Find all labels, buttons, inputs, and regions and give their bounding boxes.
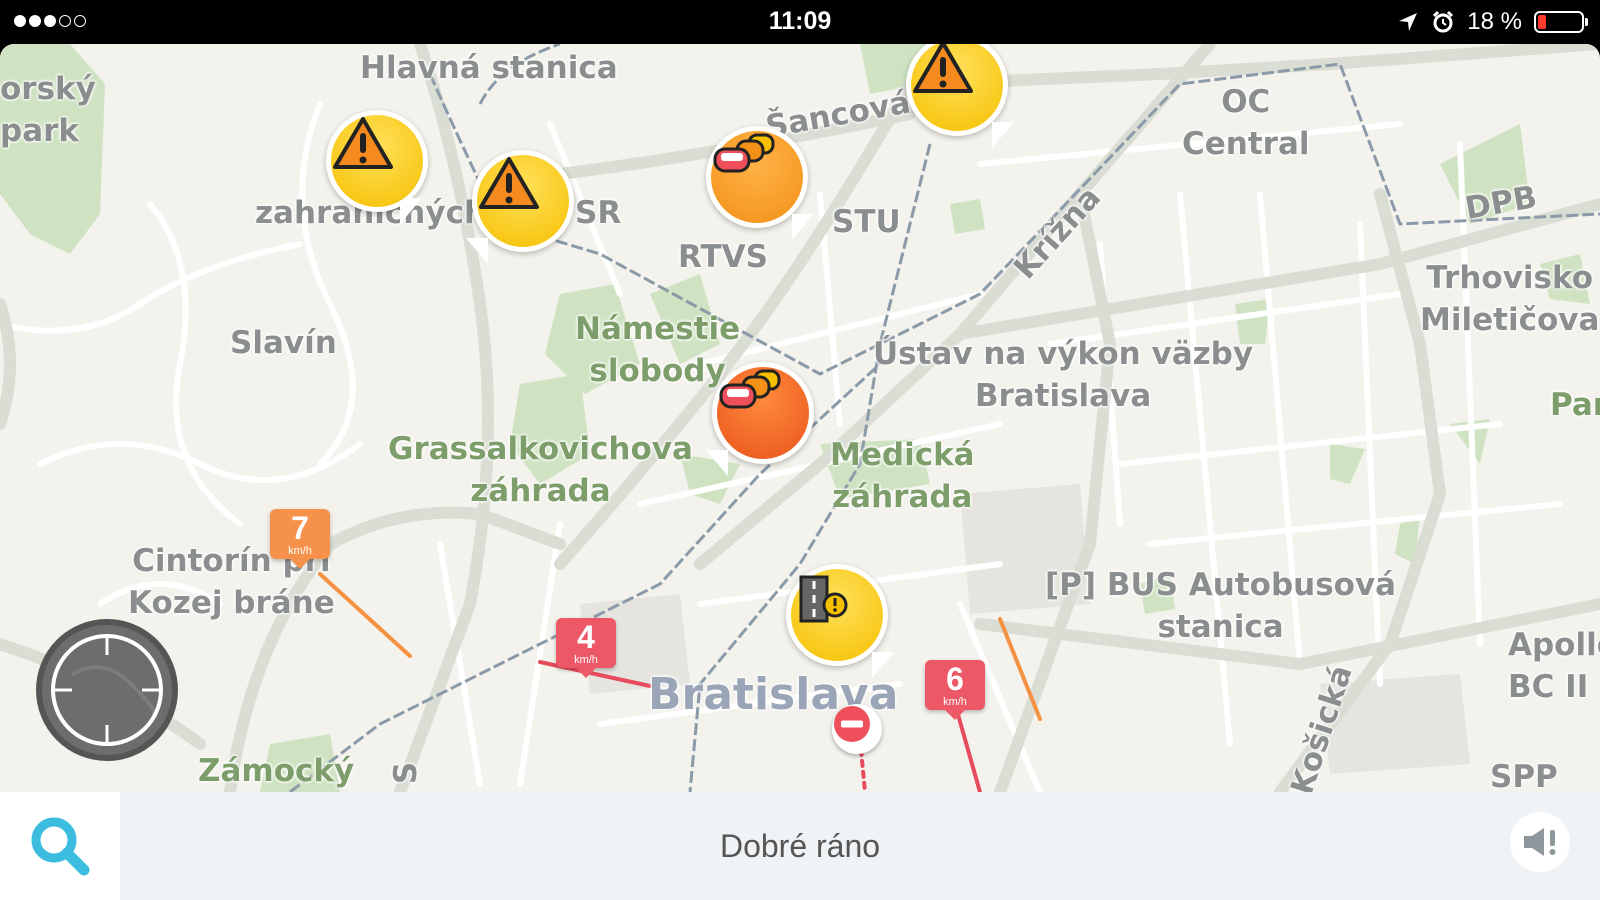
recenter-button[interactable]: [36, 619, 178, 761]
speed-unit: km/h: [574, 654, 598, 666]
speed-badge[interactable]: 7 km/h: [270, 509, 330, 569]
place-sportovy-park: orský park: [0, 71, 96, 149]
place-s-road: S: [388, 761, 425, 785]
traffic-jam-icon: [719, 369, 781, 409]
alarm-icon: [1433, 10, 1454, 33]
speed-badge[interactable]: 4 km/h: [556, 618, 616, 678]
place-par: Par: [1550, 387, 1600, 423]
speed-unit: km/h: [943, 696, 967, 708]
speed-unit: km/h: [288, 545, 312, 557]
greeting-text[interactable]: Dobré ráno: [120, 792, 1480, 900]
hazard-marker[interactable]: [326, 110, 428, 224]
place-bus-stanica: [P] BUS Autobusová stanica: [1045, 567, 1397, 645]
place-ustav: Ústav na výkon väzby Bratislava: [873, 336, 1254, 414]
status-bar: 11:09 18 %: [0, 0, 1600, 44]
map-view[interactable]: Hlavná stanica orský park Šancová OC Cen…: [0, 44, 1600, 792]
search-button[interactable]: [0, 792, 120, 900]
warning-icon: [913, 44, 973, 93]
speed-value: 7: [291, 510, 309, 546]
place-apollo: Apollo BC II: [1508, 627, 1600, 705]
no-entry-icon: [834, 706, 870, 742]
report-speaker-icon: [1524, 828, 1556, 856]
search-icon: [31, 817, 90, 876]
traffic-jam-icon: [713, 133, 775, 173]
speed-value: 6: [946, 661, 964, 697]
hazard-marker[interactable]: [466, 150, 574, 264]
bottom-bar: Dobré ráno: [0, 792, 1600, 900]
road-hazard-icon: [799, 575, 848, 623]
status-right: 18 %: [1397, 8, 1588, 36]
hazard-marker[interactable]: [906, 44, 1014, 148]
place-zamocky: Zámocký: [198, 753, 355, 789]
place-oc-central: OC Central: [1182, 84, 1310, 162]
place-medicka-zahrada: Medická záhrada: [830, 437, 975, 515]
speed-value: 4: [577, 619, 595, 655]
report-button[interactable]: [1510, 812, 1570, 872]
warning-icon: [479, 157, 539, 209]
place-rtvs: RTVS: [678, 239, 768, 275]
warning-icon: [333, 117, 393, 169]
place-hlavna-stanica: Hlavná stanica: [360, 50, 618, 86]
place-stu: STU: [832, 204, 901, 240]
place-spp: SPP: [1490, 759, 1558, 792]
battery-icon: [1534, 11, 1588, 33]
speed-badge[interactable]: 6 km/h: [925, 660, 985, 720]
traffic-jam-marker[interactable]: [706, 126, 814, 240]
place-sr: SR: [575, 195, 622, 231]
road-closure-marker[interactable]: [832, 704, 882, 754]
place-grassalkovichova: Grassalkovichova záhrada: [388, 431, 693, 509]
place-slavin: Slavín: [230, 325, 337, 361]
place-trhovisko: Trhovisko Miletičova: [1420, 260, 1600, 338]
crosshair-icon: [51, 634, 163, 746]
battery-percent: 18 %: [1467, 8, 1522, 35]
status-time: 11:09: [768, 7, 832, 35]
location-arrow-icon: [1399, 13, 1418, 31]
traffic-jam-marker[interactable]: [706, 362, 814, 476]
place-namestie-slobody: Námestie slobody: [575, 311, 741, 389]
road-hazard-marker[interactable]: [786, 564, 894, 678]
